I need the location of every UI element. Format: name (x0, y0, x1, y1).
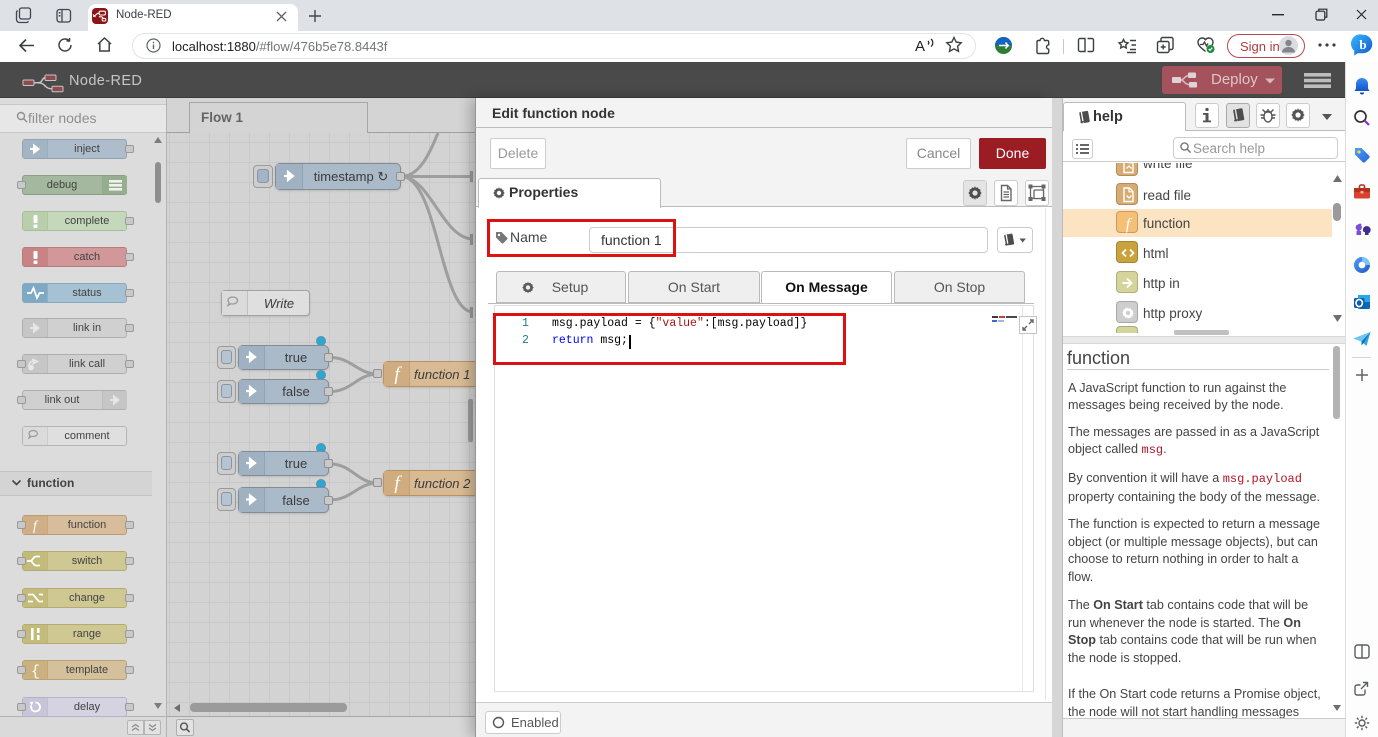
svg-text:b: b (1359, 37, 1366, 52)
svg-text:{: { (31, 664, 40, 680)
svg-text:f: f (33, 519, 39, 534)
svg-text:f: f (1126, 216, 1133, 233)
svg-text:f: f (394, 364, 402, 385)
svg-text:A: A (915, 38, 925, 54)
svg-text:f: f (394, 473, 402, 494)
